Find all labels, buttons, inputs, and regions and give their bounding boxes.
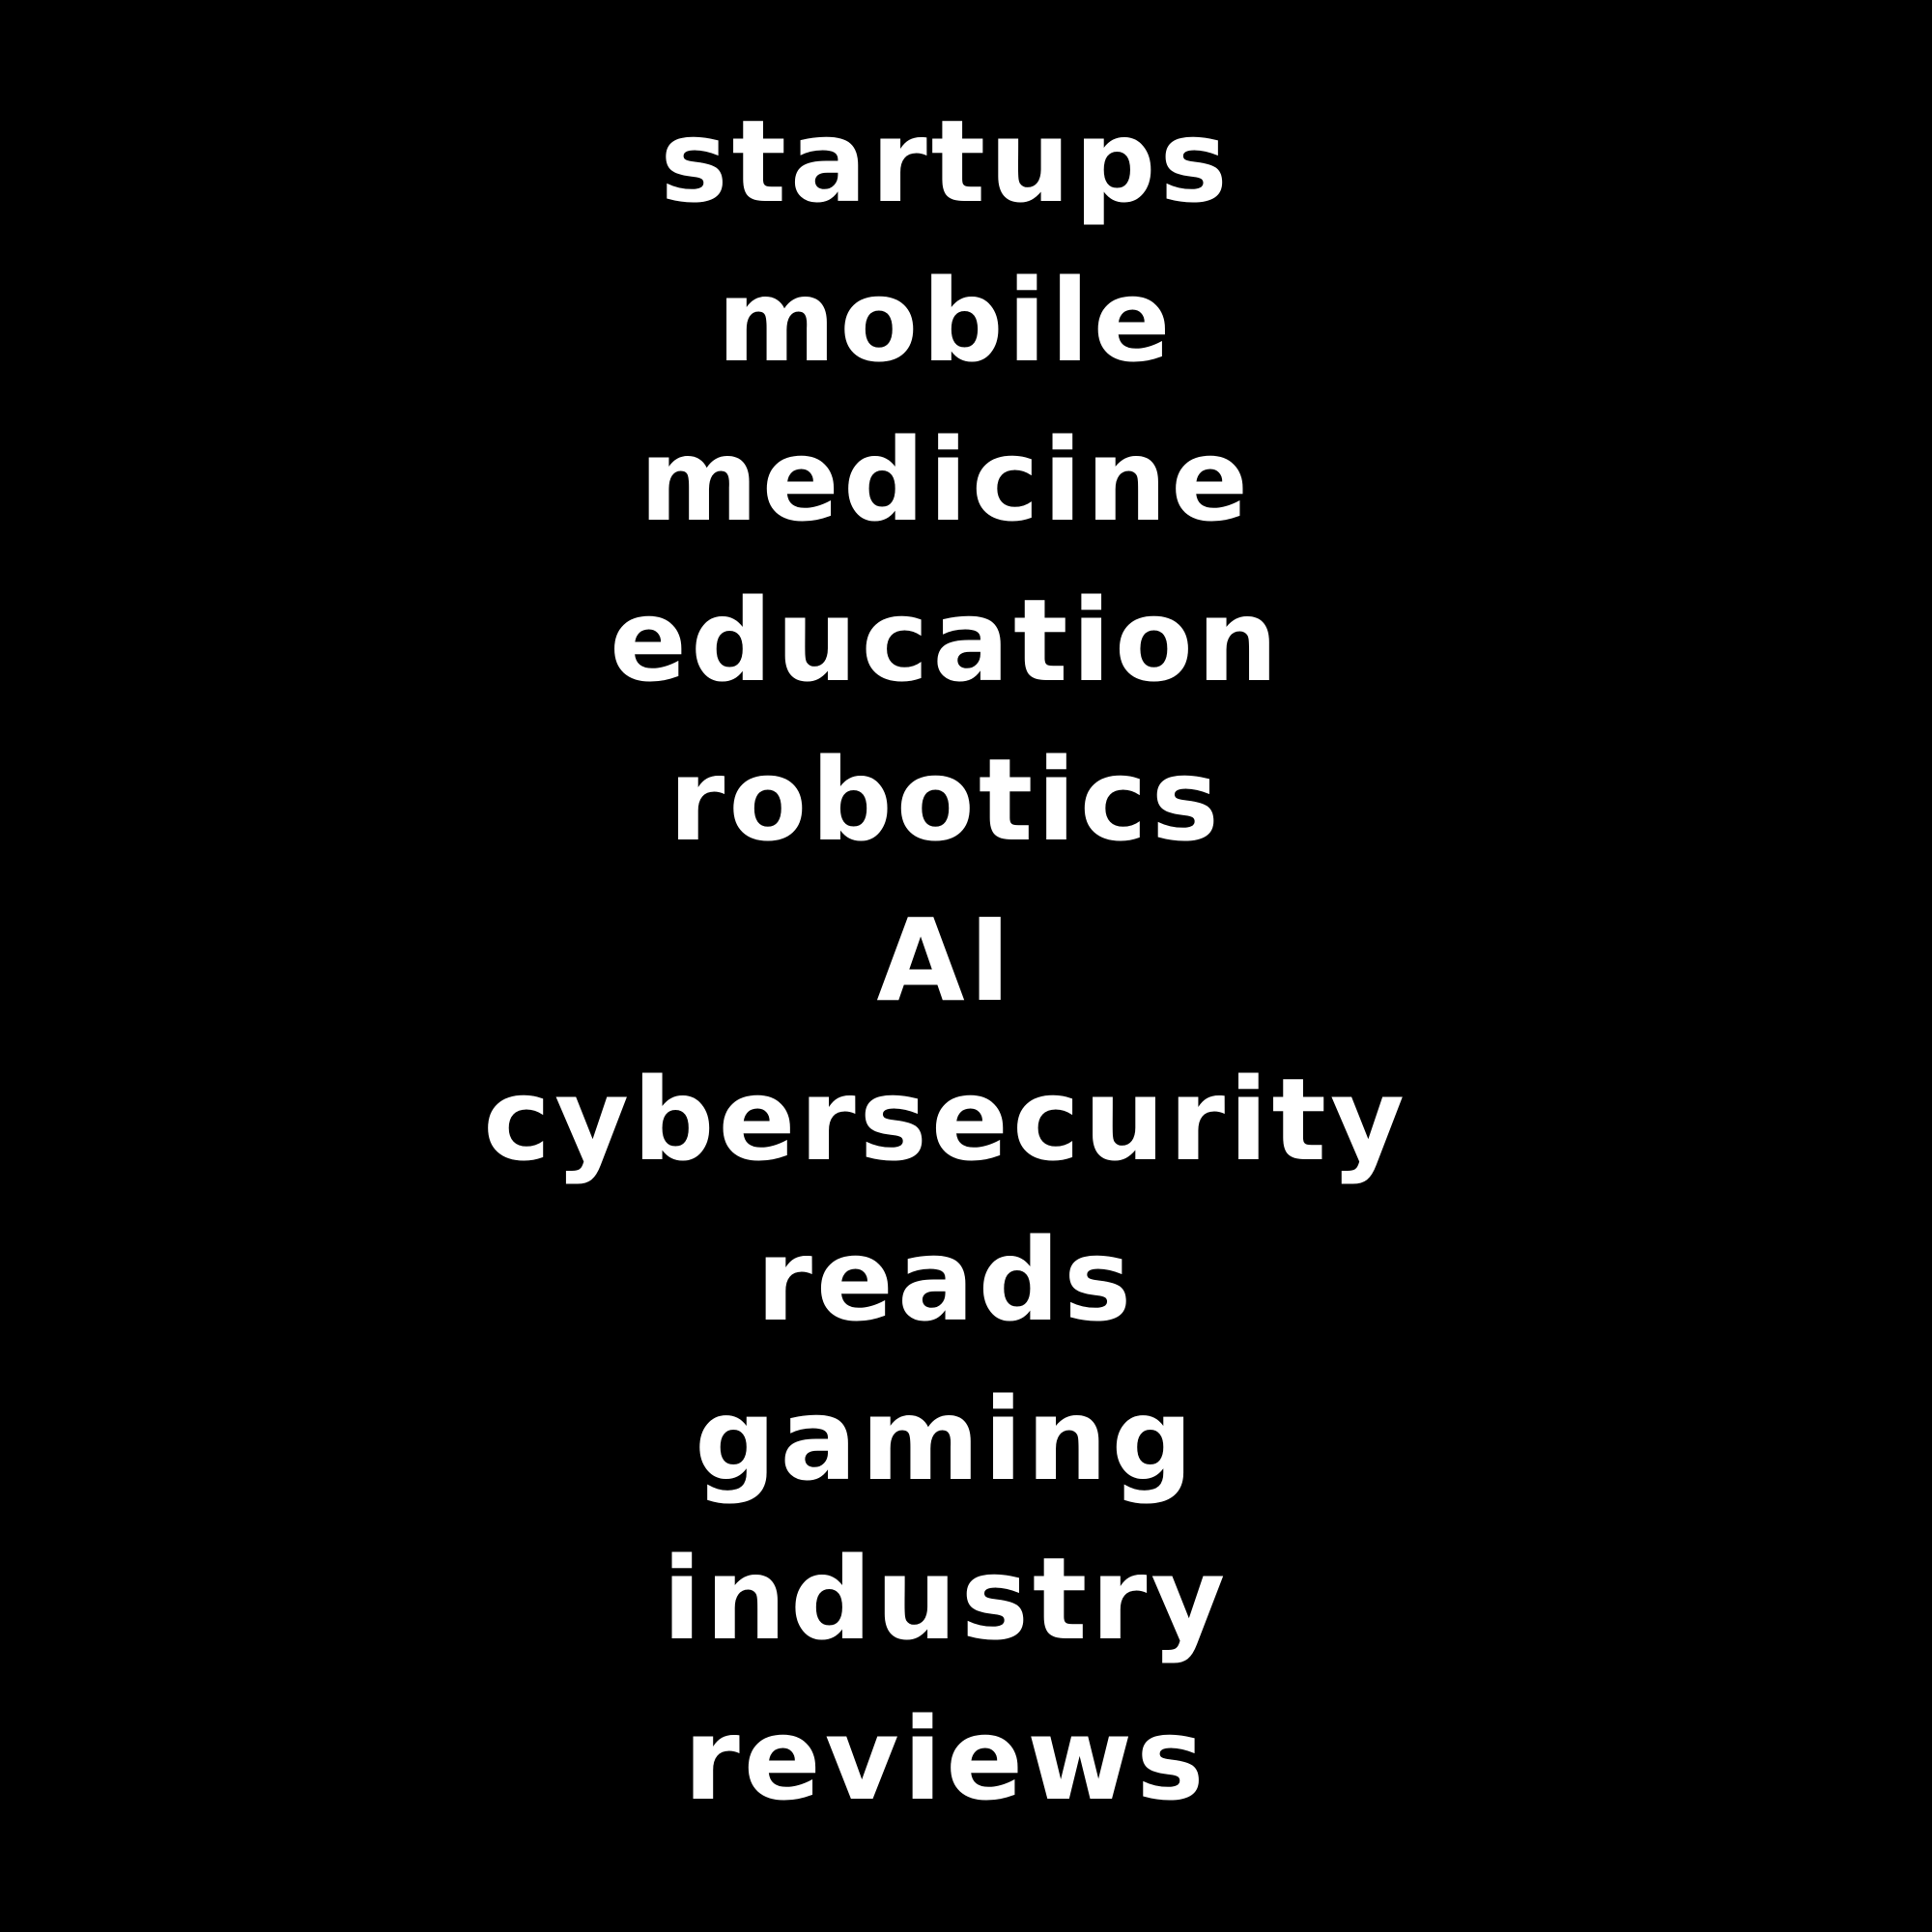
topic-word-cybersecurity: cybersecurity (483, 1053, 1408, 1186)
topic-word-startups: startups (660, 95, 1232, 228)
topic-word-list: startups mobile medicine education robot… (0, 0, 1932, 1932)
topic-word-mobile: mobile (717, 254, 1175, 387)
word-cloud-canvas: startups mobile medicine education robot… (0, 0, 1932, 1932)
topic-word-ai: AI (876, 894, 1015, 1027)
topic-word-robotics: robotics (668, 733, 1223, 867)
topic-word-industry: industry (662, 1532, 1230, 1665)
topic-word-reads: reads (755, 1213, 1136, 1347)
topic-word-gaming: gaming (695, 1373, 1197, 1506)
topic-word-education: education (609, 574, 1282, 707)
topic-word-medicine: medicine (639, 413, 1253, 547)
topic-word-reviews: reviews (683, 1692, 1208, 1826)
